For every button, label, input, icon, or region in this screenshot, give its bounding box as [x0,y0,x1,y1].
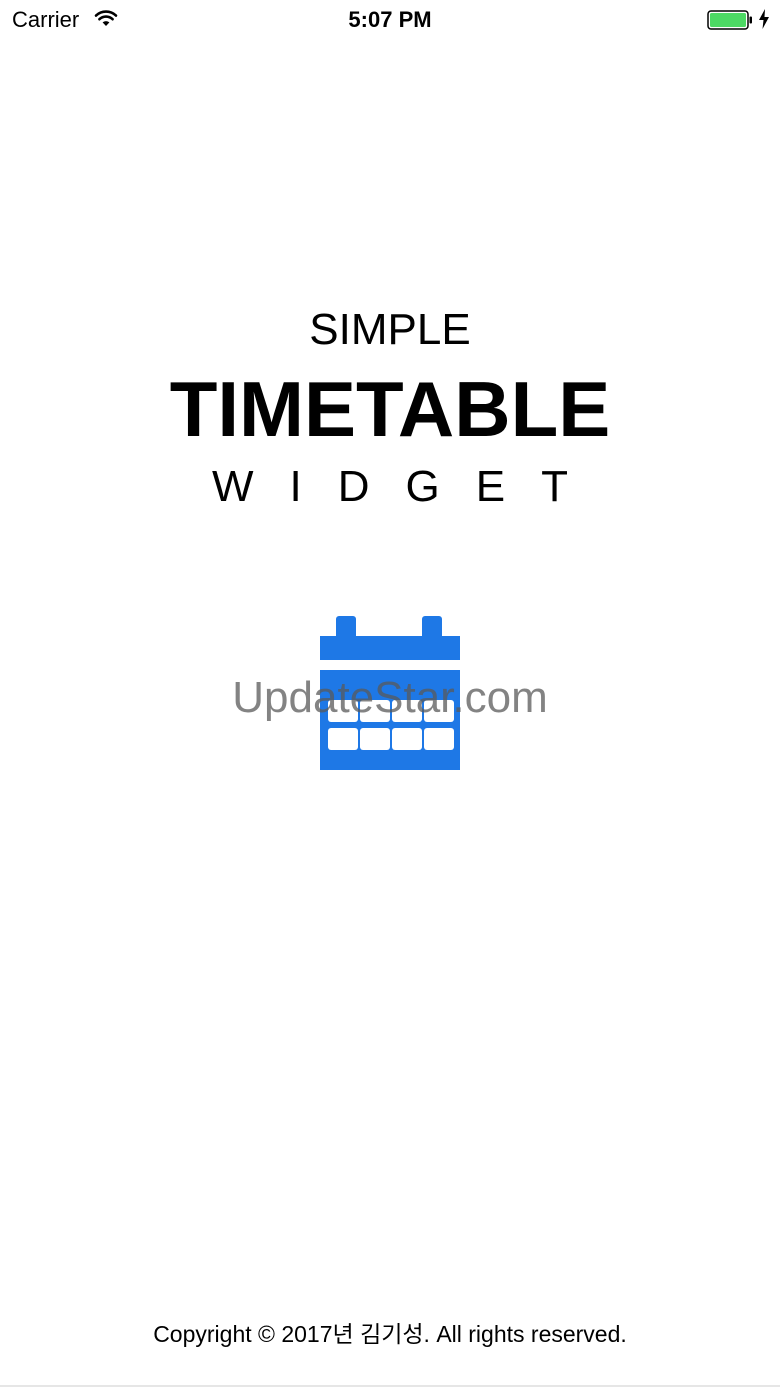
title-simple: SIMPLE [309,305,471,354]
title-timetable: TIMETABLE [169,365,611,453]
status-bar: Carrier 5:07 PM [0,0,780,40]
copyright-text: Copyright © 2017년 김기성. All rights reserv… [153,1321,627,1347]
charging-bolt-icon [759,9,769,29]
battery-icon [707,10,752,30]
status-time: 5:07 PM [348,7,432,32]
title-widget: WIDGET [212,462,604,511]
calendar-icon [320,616,460,770]
